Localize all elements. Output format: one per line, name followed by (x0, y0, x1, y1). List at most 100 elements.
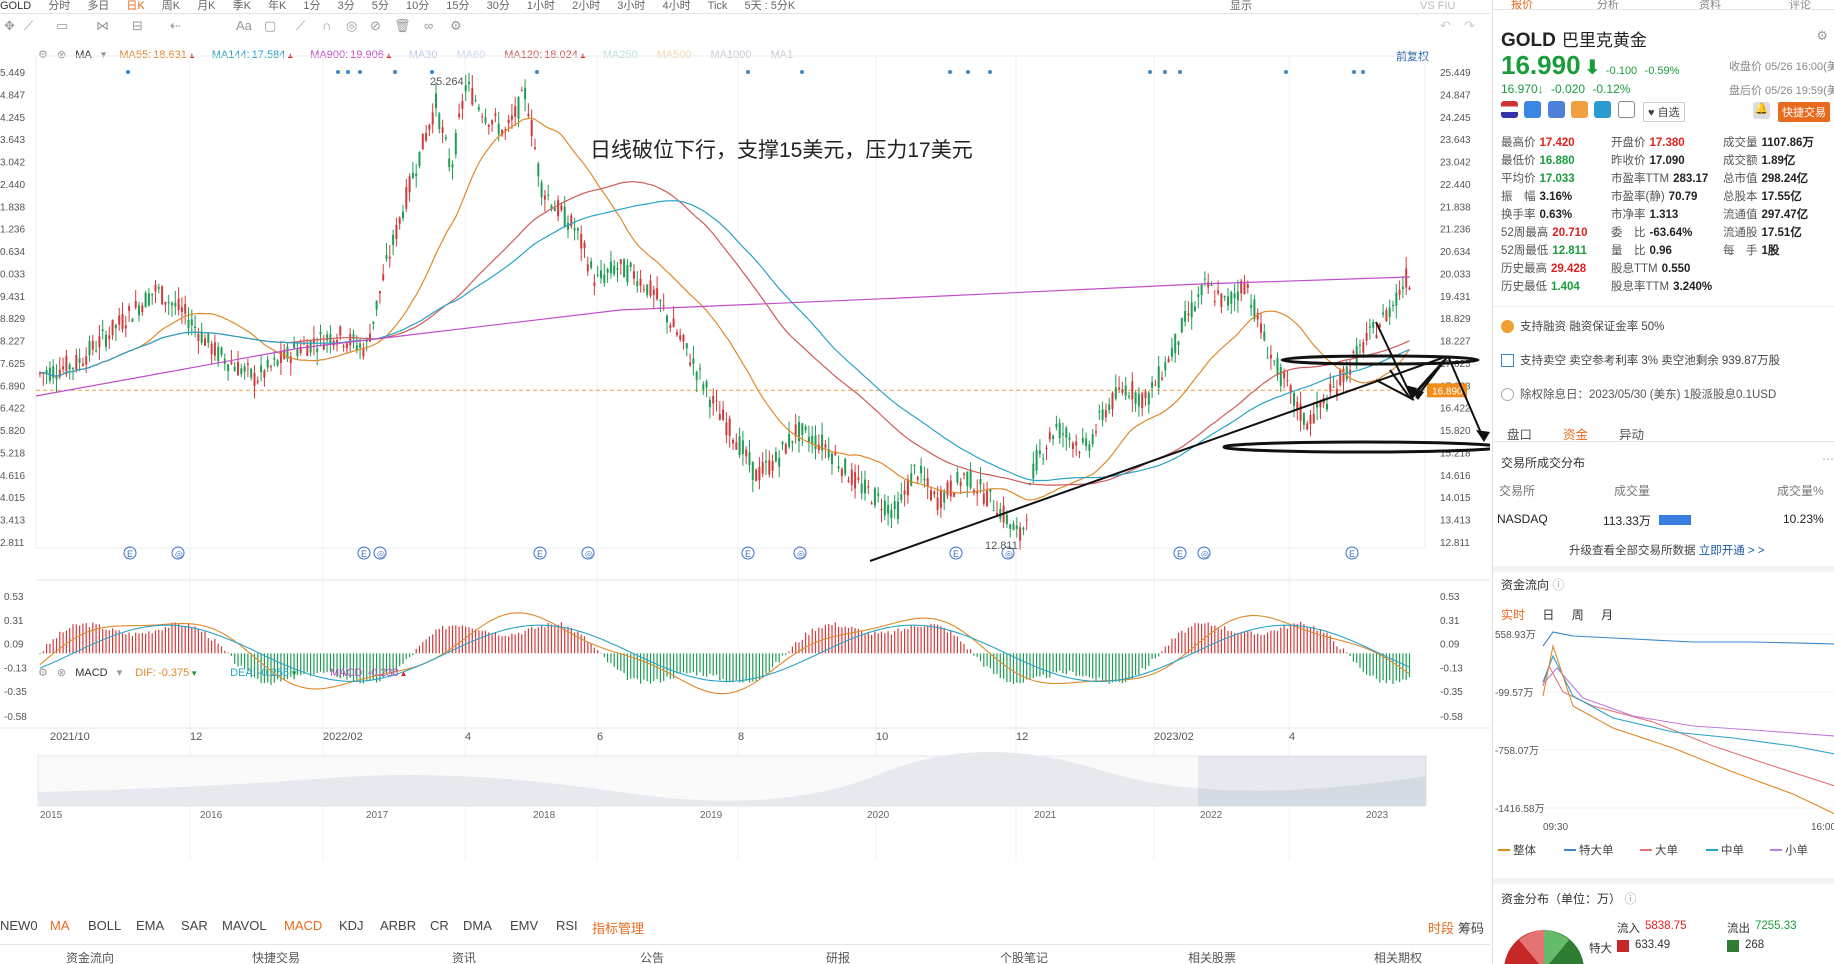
bell-icon[interactable]: 🔔 (1753, 102, 1770, 119)
undo-icon[interactable]: ↶ (1440, 18, 1451, 34)
info-icon[interactable]: ⓘ (1552, 578, 1564, 592)
add-favorite-button[interactable]: ♥ 自选 (1643, 102, 1685, 122)
period-multiday[interactable]: 多日 (87, 0, 109, 12)
macd-legend-item[interactable]: DIF: -0.375▼ (135, 667, 214, 679)
pen-tool-icon[interactable]: ⟋ (296, 18, 305, 34)
indicator-new0[interactable]: NEW0 (0, 918, 38, 933)
tab-announcements[interactable]: 公告 (640, 949, 664, 964)
tab-related-stocks[interactable]: 相关股票 (1188, 949, 1236, 964)
quick-trade-button[interactable]: 快捷交易 (1778, 102, 1830, 122)
settings-icon[interactable]: ⚙ (450, 18, 462, 34)
display-menu[interactable]: 显示 (1230, 0, 1252, 12)
indicator-cr[interactable]: CR (430, 918, 449, 933)
indicator-ma[interactable]: MA (50, 918, 70, 933)
line-tool-icon[interactable]: ⟋ (24, 18, 33, 34)
macd-legend-item[interactable]: DEA: -0.256▼ (230, 667, 314, 679)
indicator-mavol[interactable]: MAVOL (222, 918, 267, 933)
note-tool-icon[interactable]: ▢ (264, 18, 276, 34)
link-icon[interactable]: ∞ (424, 18, 433, 33)
flow-legend-item[interactable]: 大单 (1655, 842, 1678, 858)
indicator-manage[interactable]: 指标管理 (592, 918, 644, 937)
tab-analysis[interactable]: 分析 (1597, 0, 1619, 9)
period-1h[interactable]: 1小时 (527, 0, 555, 12)
flow-legend-item[interactable]: 整体 (1513, 842, 1536, 858)
indicator-dma[interactable]: DMA (463, 918, 492, 933)
redo-icon[interactable]: ↷ (1464, 18, 1475, 34)
options-icon[interactable] (1571, 101, 1589, 118)
lock-drawings-icon[interactable]: ⊘ (370, 18, 381, 34)
flow-legend-item[interactable]: 小单 (1785, 842, 1808, 858)
hide-drawings-icon[interactable]: ◎ (346, 18, 357, 34)
period-4h[interactable]: 4小时 (662, 0, 690, 12)
dollar-icon[interactable] (1547, 101, 1565, 118)
flow-legend-item[interactable]: 特大单 (1579, 842, 1614, 858)
arrow-tool-icon[interactable]: ⇠ (170, 18, 181, 34)
notes-icon[interactable] (1617, 101, 1635, 118)
tab-related-options[interactable]: 相关期权 (1374, 949, 1422, 964)
indicator-ema[interactable]: EMA (136, 918, 164, 933)
period-15m[interactable]: 15分 (446, 0, 469, 12)
flow-tab-realtime[interactable]: 实时 (1501, 608, 1525, 622)
period-tick[interactable]: Tick (708, 0, 728, 12)
indicator-arbr[interactable]: ARBR (380, 918, 416, 933)
delete-drawings-icon[interactable]: 🗑 (394, 18, 411, 34)
period-5m[interactable]: 5分 (372, 0, 389, 12)
indicator-boll[interactable]: BOLL (88, 918, 121, 933)
tab-capital-flow[interactable]: 资金流向 (66, 949, 114, 964)
fib-tool-icon[interactable]: ⋈ (96, 18, 109, 34)
magnet-icon[interactable]: ∩ (322, 18, 331, 33)
tab-research[interactable]: 研报 (826, 949, 850, 964)
indicator-macd[interactable]: MACD (284, 918, 322, 933)
flow-tab-month[interactable]: 月 (1601, 608, 1613, 622)
capital-flow-chart[interactable]: 558.93万 -99.57万 -758.07万 -1416.58万 09:30 16:0… (1493, 626, 1834, 836)
period-custom-select[interactable]: 5天 : 5分K (744, 0, 795, 12)
tab-quick-trade[interactable]: 快捷交易 (252, 949, 300, 964)
indicator-rsi[interactable]: RSI (556, 918, 578, 933)
chart-area[interactable]: ⚙ ⊗ MA ▾ MA55: 18.631▲ MA144: 17.584▲ MA900:… (0, 40, 1490, 920)
upgrade-link[interactable]: 立即开通 > > (1699, 545, 1765, 557)
measure-tool-icon[interactable]: ⊟ (132, 18, 143, 34)
period-monthly[interactable]: 月K (197, 0, 215, 12)
tab-news[interactable]: 资讯 (452, 949, 476, 964)
subtab-orderbook[interactable]: 盘口 (1507, 424, 1532, 443)
settings-icon[interactable]: ⚙ (38, 667, 48, 679)
period-intraday[interactable]: 分时 (48, 0, 70, 12)
period-daily[interactable]: 日K (126, 0, 144, 12)
tag-icon[interactable] (1594, 101, 1612, 118)
tab-stock-notes[interactable]: 个股笔记 (1000, 949, 1048, 964)
text-tool-icon[interactable]: Aa (236, 18, 252, 33)
subtab-capital[interactable]: 资金 (1563, 424, 1588, 443)
chips-button[interactable]: 筹码 (1458, 918, 1484, 937)
tab-profile[interactable]: 资料 (1699, 0, 1721, 9)
trend-icon[interactable] (1524, 101, 1542, 118)
info-icon[interactable]: ⓘ (1624, 892, 1636, 906)
tab-quote[interactable]: 报价 (1511, 0, 1533, 9)
flow-tab-week[interactable]: 周 (1572, 608, 1584, 622)
more-icon[interactable]: ⋯ (1822, 452, 1834, 466)
period-1m[interactable]: 1分 (303, 0, 320, 12)
main-kline-chart[interactable]: 25.449 5.449 24.847 4.847 24.245 4.245 23.643 3… (0, 40, 1490, 920)
indicator-sar[interactable]: SAR (181, 918, 208, 933)
crosshair-icon[interactable]: ✥ (4, 18, 15, 34)
tab-comments[interactable]: 评论 (1789, 0, 1811, 9)
flow-legend-item[interactable]: 中单 (1721, 842, 1744, 858)
macd-legend-item[interactable]: MACD: -0.238▲ (330, 667, 424, 679)
period-weekly[interactable]: 周K (162, 0, 180, 12)
period-2h[interactable]: 2小时 (572, 0, 600, 12)
indicator-kdj[interactable]: KDJ (339, 918, 364, 933)
subtab-alerts[interactable]: 异动 (1619, 424, 1644, 443)
period-quarterly[interactable]: 季K (233, 0, 251, 12)
compare-menu[interactable]: VS FIU (1420, 0, 1455, 12)
period-30m[interactable]: 30分 (487, 0, 510, 12)
chevron-down-icon[interactable]: ▾ (117, 667, 123, 679)
indicator-emv[interactable]: EMV (510, 918, 538, 933)
close-icon[interactable]: ⊗ (57, 667, 66, 679)
period-3m[interactable]: 3分 (338, 0, 355, 12)
rect-tool-icon[interactable]: ▭ (56, 18, 68, 34)
period-3h[interactable]: 3小时 (617, 0, 645, 12)
period-10m[interactable]: 10分 (406, 0, 429, 12)
period-yearly[interactable]: 年K (268, 0, 286, 12)
settings-icon[interactable]: ⚙ (1816, 28, 1828, 44)
flow-tab-day[interactable]: 日 (1542, 608, 1554, 622)
session-button[interactable]: 时段 (1428, 918, 1454, 937)
